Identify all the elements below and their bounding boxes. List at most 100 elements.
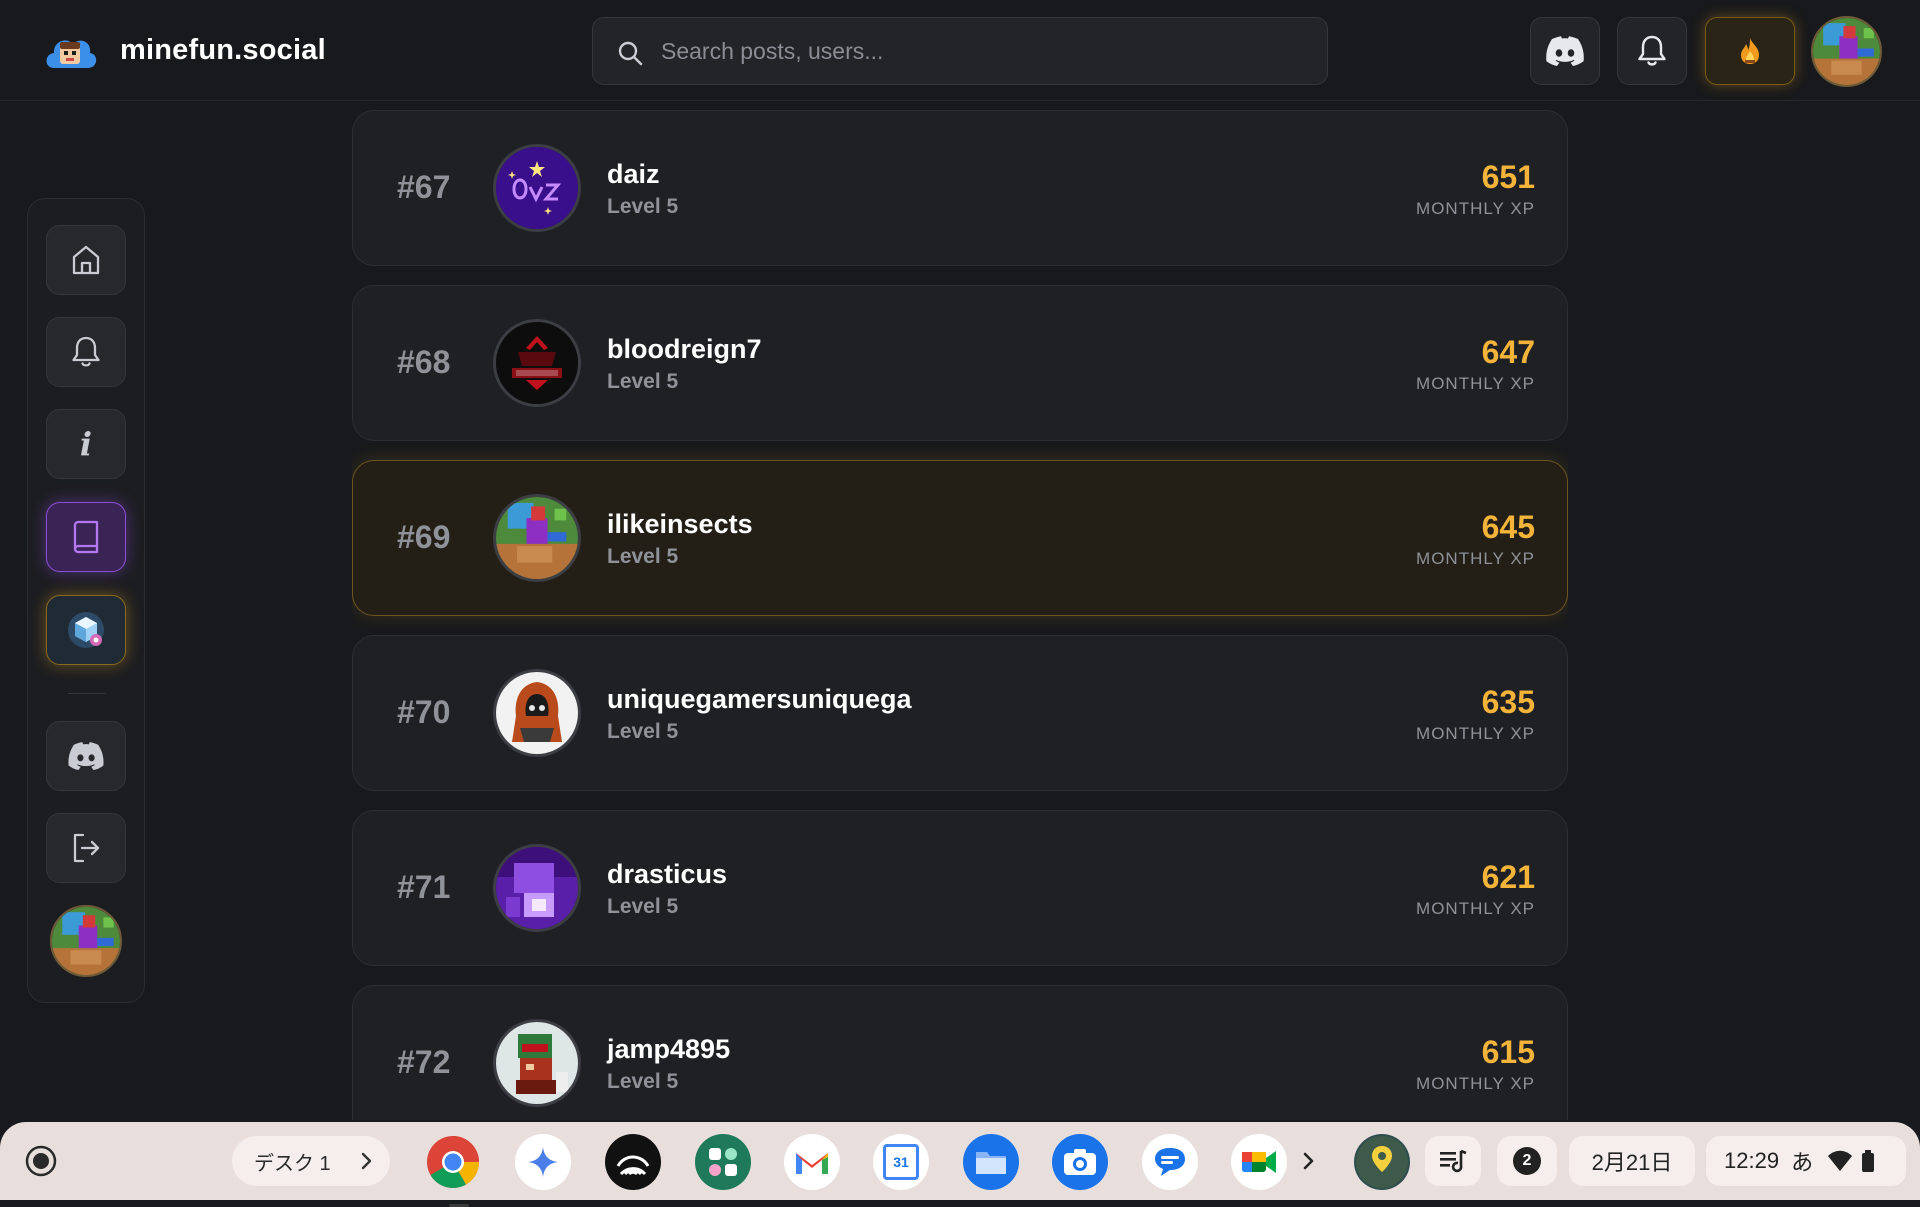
- player-avatar[interactable]: [493, 494, 581, 582]
- camera-app-icon[interactable]: [1052, 1134, 1108, 1190]
- player-avatar[interactable]: [493, 669, 581, 757]
- monthly-xp-label: MONTHLY XP: [1416, 899, 1535, 918]
- avatar-image: [496, 847, 578, 929]
- monthly-xp-value: 621: [1481, 859, 1535, 895]
- media-controls-button[interactable]: [1425, 1136, 1481, 1186]
- podcast-icon: [616, 1155, 650, 1176]
- chevron-right-icon[interactable]: [1298, 1150, 1320, 1172]
- bell-icon: [72, 336, 100, 367]
- podcasts-app-icon[interactable]: [605, 1134, 661, 1190]
- mail-icon: [796, 1153, 828, 1174]
- rank-number: #67: [397, 169, 451, 205]
- player-level: Level 5: [607, 545, 679, 568]
- leaderboard-row-current-user[interactable]: #69 ilikeinsects Level 5 645 MONTHLY XP: [352, 460, 1568, 616]
- player-avatar[interactable]: [493, 1019, 581, 1107]
- chrome-app-icon[interactable]: [425, 1134, 481, 1207]
- os-taskbar: デスク 1 31 2 2月21日 12:29 あ: [0, 1122, 1920, 1207]
- sidebar-user-avatar[interactable]: [50, 905, 122, 977]
- sidebar-discord-button[interactable]: [46, 721, 126, 791]
- leaderboard-row[interactable]: #72 jamp4895 Level 5 615 MONTHLY XP: [352, 985, 1568, 1120]
- monthly-xp-value: 645: [1481, 509, 1535, 545]
- chevron-right-icon: [361, 1152, 372, 1170]
- rank-number: #72: [397, 1044, 451, 1080]
- brand[interactable]: minefun.social: [42, 24, 326, 76]
- site-name: minefun.social: [120, 33, 326, 66]
- avatar-image: [496, 147, 578, 229]
- sidebar-guide-button[interactable]: [46, 502, 126, 572]
- video-icon: [1242, 1151, 1276, 1173]
- sidebar-logout-button[interactable]: [46, 813, 126, 883]
- player-avatar[interactable]: [493, 144, 581, 232]
- files-app-icon[interactable]: [963, 1134, 1019, 1190]
- notification-badge: 2: [1513, 1147, 1541, 1175]
- rank-number: #69: [397, 519, 451, 555]
- date-label: 2月21日: [1591, 1150, 1673, 1175]
- monthly-xp-value: 615: [1481, 1034, 1535, 1070]
- folder-icon: [976, 1152, 1006, 1174]
- notification-count: 2: [1522, 1152, 1532, 1169]
- monthly-xp-label: MONTHLY XP: [1416, 199, 1535, 218]
- notification-center-button[interactable]: 2: [1497, 1136, 1557, 1186]
- status-area-button[interactable]: 12:29 あ: [1706, 1136, 1906, 1186]
- sidebar-info-button[interactable]: i: [46, 409, 126, 479]
- wifi-icon: [1828, 1150, 1853, 1171]
- cube-icon: [68, 612, 104, 648]
- app-grid-icon[interactable]: [695, 1134, 751, 1190]
- monthly-xp-value: 647: [1481, 334, 1535, 370]
- rank-number: #70: [397, 694, 451, 730]
- header-streak-button[interactable]: [1705, 17, 1795, 85]
- player-level: Level 5: [607, 195, 679, 218]
- gemini-app-icon[interactable]: [515, 1134, 571, 1190]
- sidebar-notifications-button[interactable]: [46, 317, 126, 387]
- leaderboard-list: #67 daiz Level 5 651 MONTHLY XP #68 bloo…: [352, 110, 1568, 1120]
- player-name[interactable]: drasticus: [607, 859, 727, 890]
- player-avatar[interactable]: [493, 319, 581, 407]
- avatar-image: [52, 907, 120, 975]
- desk-switcher[interactable]: デスク 1: [232, 1136, 390, 1186]
- avatar-image: [496, 672, 578, 754]
- fire-icon: [1741, 38, 1759, 64]
- leaderboard-row[interactable]: #70 uniquegamersuniquega Level 5 635 MON…: [352, 635, 1568, 791]
- monthly-xp-value: 651: [1481, 159, 1535, 195]
- avatar-image: [496, 497, 578, 579]
- player-level: Level 5: [607, 895, 679, 918]
- gmail-app-icon[interactable]: [784, 1134, 840, 1190]
- calendar-app-icon[interactable]: 31: [873, 1134, 929, 1190]
- player-avatar[interactable]: [493, 844, 581, 932]
- battery-icon: [1862, 1150, 1875, 1172]
- clock-time: 12:29: [1724, 1148, 1780, 1173]
- header-discord-button[interactable]: [1530, 17, 1600, 85]
- discord-icon: [68, 742, 104, 770]
- cloud-logo-icon: [46, 40, 97, 68]
- player-name[interactable]: jamp4895: [607, 1034, 730, 1065]
- ime-indicator: あ: [1791, 1150, 1814, 1175]
- monthly-xp-label: MONTHLY XP: [1416, 1074, 1535, 1093]
- desk-label: デスク 1: [254, 1152, 331, 1175]
- leaderboard-row[interactable]: #68 bloodreign7 Level 5 647 MONTHLY XP: [352, 285, 1568, 441]
- header-notifications-button[interactable]: [1617, 17, 1687, 85]
- search-input[interactable]: [661, 18, 1301, 84]
- messages-app-icon[interactable]: [1142, 1134, 1198, 1190]
- sidebar-game-button[interactable]: [46, 595, 126, 665]
- info-icon: i: [79, 425, 93, 463]
- player-name[interactable]: ilikeinsects: [607, 509, 753, 540]
- player-name[interactable]: bloodreign7: [607, 334, 762, 365]
- rank-number: #71: [397, 869, 451, 905]
- user-avatar[interactable]: [1811, 16, 1882, 87]
- leaderboard-row[interactable]: #71 drasticus Level 5 621 MONTHLY XP: [352, 810, 1568, 966]
- player-name[interactable]: daiz: [607, 159, 660, 190]
- player-level: Level 5: [607, 370, 679, 393]
- playlist-icon: [1440, 1149, 1467, 1173]
- calendar-day: 31: [893, 1154, 909, 1170]
- chrome-icon: [427, 1136, 479, 1188]
- bell-icon: [1638, 35, 1666, 66]
- date-button[interactable]: 2月21日: [1569, 1136, 1695, 1186]
- leaderboard-row[interactable]: #67 daiz Level 5 651 MONTHLY XP: [352, 110, 1568, 266]
- meet-app-icon[interactable]: [1231, 1134, 1287, 1190]
- player-name[interactable]: uniquegamersuniquega: [607, 684, 912, 715]
- search-bar[interactable]: [592, 17, 1328, 85]
- sidebar-divider: [68, 693, 106, 694]
- maps-app-icon[interactable]: [1354, 1134, 1410, 1190]
- sidebar-home-button[interactable]: [46, 225, 126, 295]
- launcher-icon[interactable]: [20, 1140, 62, 1182]
